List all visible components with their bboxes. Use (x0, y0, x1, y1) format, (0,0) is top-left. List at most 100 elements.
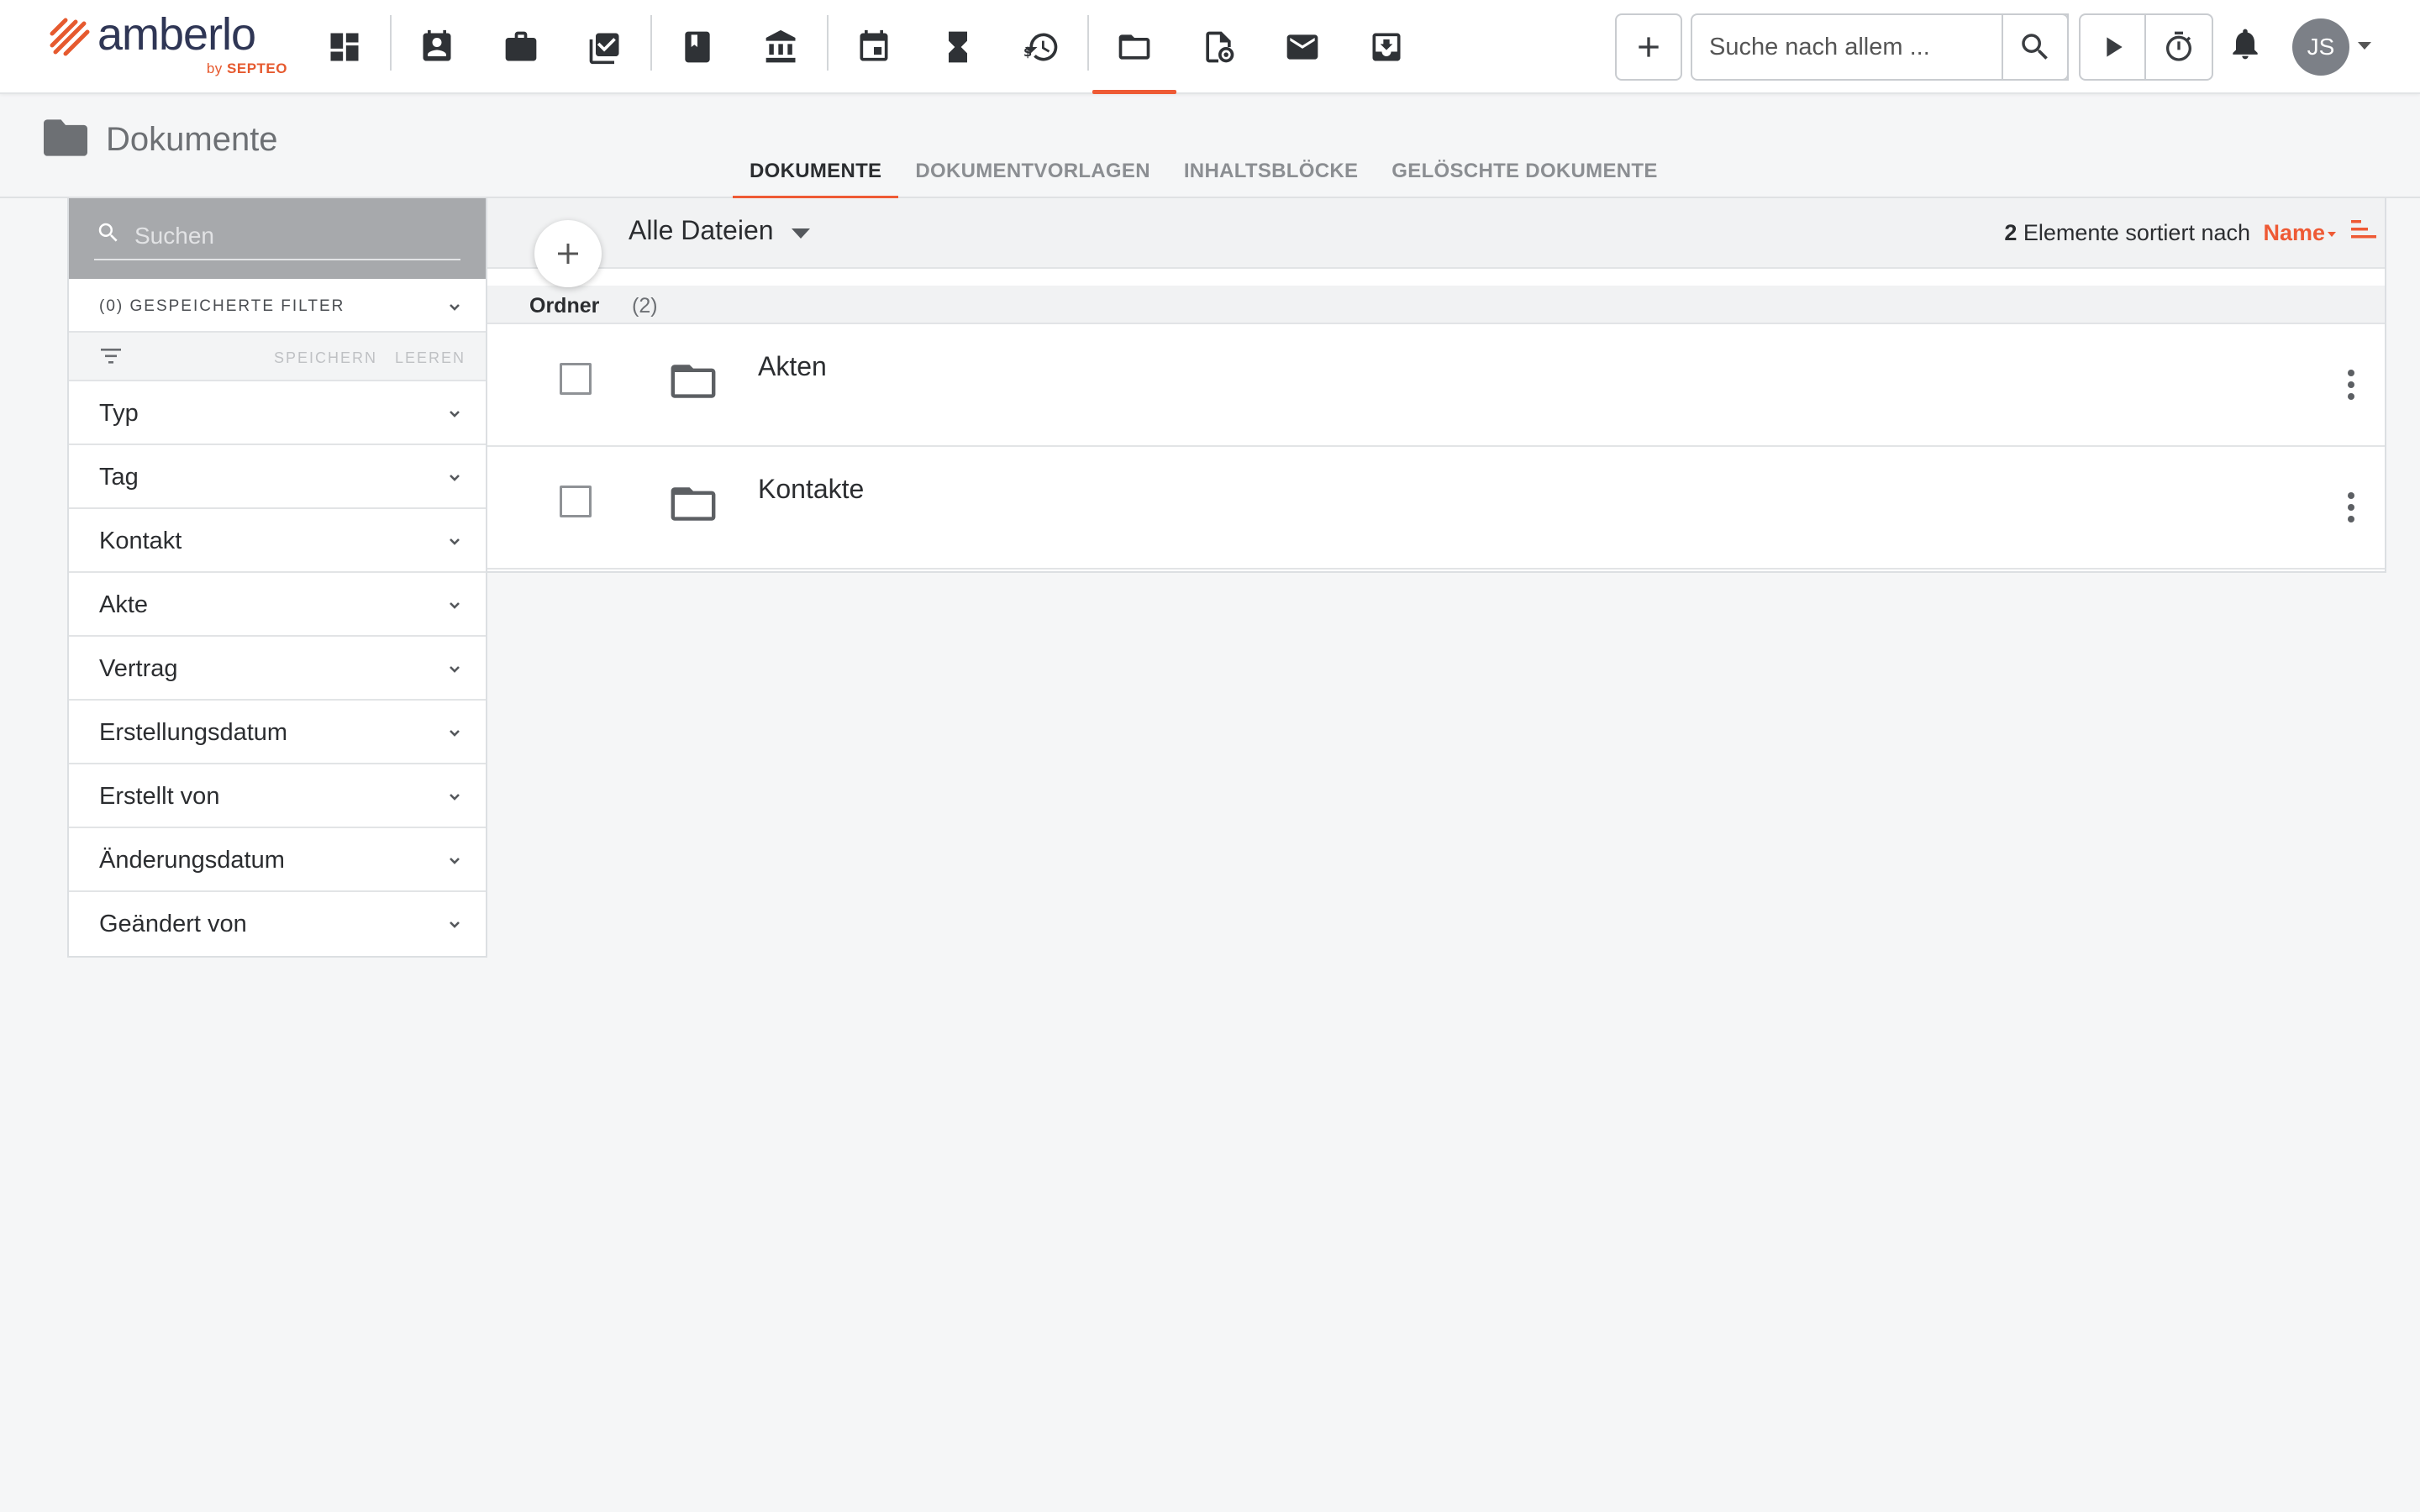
more-vert-icon[interactable] (2346, 370, 2356, 403)
nav-separator (827, 15, 829, 71)
filter-label: Vertrag (99, 655, 178, 682)
chevron-down-icon (447, 916, 462, 932)
folder-icon (671, 363, 716, 400)
logo-by: by (206, 60, 223, 76)
tab-dokumente[interactable]: DOKUMENTE (733, 146, 899, 200)
filter-actions-bar: SPEICHERN LEEREN (69, 333, 486, 381)
stopwatch-button[interactable] (2144, 13, 2213, 81)
filter-label: Kontakt (99, 528, 182, 554)
folder-icon (671, 486, 716, 522)
tab-geloeschte-dokumente[interactable]: GELÖSCHTE DOKUMENTE (1375, 146, 1674, 198)
sort-info: 2 Elemente sortiert nach (2004, 220, 2250, 246)
contacts-icon[interactable] (407, 17, 467, 77)
tasks-icon[interactable] (575, 17, 635, 77)
chevron-down-icon (447, 853, 462, 868)
sidebar-search-input[interactable]: Suchen (94, 213, 460, 260)
group-header-ordner: Ordner (2) (487, 286, 2385, 324)
list-item[interactable]: Akten (487, 324, 2385, 447)
filter-aenderungsdatum[interactable]: Änderungsdatum (69, 828, 486, 892)
filter-label: Tag (99, 464, 139, 491)
search-icon (2022, 34, 2048, 60)
amberlo-logo[interactable]: amberlo by SEPTEO (49, 9, 292, 82)
document-tabs: DOKUMENTE DOKUMENTVORLAGEN INHALTSBLÖCKE… (733, 146, 1675, 200)
row-checkbox[interactable] (560, 486, 592, 517)
user-menu-caret-icon[interactable] (2358, 42, 2371, 50)
dashboard-icon[interactable] (314, 17, 375, 77)
chevron-down-icon (447, 789, 462, 804)
inbox-icon[interactable] (1356, 17, 1417, 77)
chevron-down-icon (447, 533, 462, 549)
sort-direction-icon[interactable] (2351, 218, 2376, 242)
quick-add-button[interactable] (1615, 13, 1682, 81)
nav-separator (1087, 15, 1089, 71)
user-avatar[interactable]: JS (2292, 18, 2349, 76)
chevron-down-icon (447, 406, 462, 421)
tab-dokumentvorlagen[interactable]: DOKUMENTVORLAGEN (898, 146, 1166, 198)
page-header: Dokumente DOKUMENTE DOKUMENTVORLAGEN INH… (0, 94, 2420, 200)
filter-erstellt-von[interactable]: Erstellt von (69, 764, 486, 828)
nav-separator (390, 15, 392, 71)
filter-label: Typ (99, 400, 139, 427)
list-toolbar: Alle Dateien 2 Elemente sortiert nach Na… (487, 198, 2385, 269)
bank-icon[interactable] (751, 17, 812, 77)
svg-text:$: $ (1023, 45, 1032, 60)
filter-label: Erstellt von (99, 783, 220, 810)
global-search-button[interactable] (2002, 13, 2069, 81)
sort-field-selector[interactable]: Name (2263, 220, 2336, 246)
more-vert-icon[interactable] (2346, 492, 2356, 526)
filter-geaendert-von[interactable]: Geändert von (69, 892, 486, 956)
filter-typ[interactable]: Typ (69, 381, 486, 445)
filter-icon (99, 346, 123, 366)
filter-akte[interactable]: Akte (69, 573, 486, 637)
start-timer-button[interactable] (2079, 13, 2146, 81)
chevron-down-icon (447, 299, 462, 314)
chevron-down-icon (447, 597, 462, 612)
row-checkbox[interactable] (560, 363, 592, 395)
billing-history-icon[interactable]: $ (1012, 17, 1072, 77)
plus-icon (1639, 37, 1659, 57)
notifications-bell-icon[interactable] (2227, 25, 2269, 67)
mail-icon[interactable] (1272, 17, 1333, 77)
saved-filters-label: (0) GESPEICHERTE FILTER (99, 297, 345, 315)
document-template-icon[interactable] (1188, 17, 1249, 77)
documents-folder-icon (44, 119, 87, 156)
list-item[interactable]: Kontakte (487, 447, 2385, 570)
calendar-icon[interactable] (844, 17, 904, 77)
item-name[interactable]: Akten (758, 351, 827, 382)
caret-down-icon[interactable] (792, 228, 810, 239)
top-navigation-bar: amberlo by SEPTEO $ Suche nach allem ...… (0, 0, 2420, 94)
group-count: (2) (632, 294, 658, 318)
saved-filters-dropdown[interactable]: (0) GESPEICHERTE FILTER (69, 279, 486, 333)
logo-stripes-icon (50, 18, 90, 56)
sort-text: Elemente sortiert nach (2023, 220, 2250, 245)
filter-kontakt[interactable]: Kontakt (69, 509, 486, 573)
filter-label: Erstellungsdatum (99, 719, 288, 746)
add-document-button[interactable] (534, 220, 602, 287)
page-title: Dokumente (106, 121, 278, 158)
filter-label: Änderungsdatum (99, 847, 285, 874)
play-icon (2107, 37, 2123, 57)
filter-sidebar: Suchen (0) GESPEICHERTE FILTER SPEICHERN… (67, 198, 487, 958)
chevron-down-icon (447, 470, 462, 485)
matters-icon[interactable] (491, 17, 551, 77)
filter-tag[interactable]: Tag (69, 445, 486, 509)
view-selector[interactable]: Alle Dateien (629, 215, 774, 246)
filter-vertrag[interactable]: Vertrag (69, 637, 486, 701)
stopwatch-icon (2166, 31, 2191, 61)
save-filter-button[interactable]: SPEICHERN (274, 349, 377, 367)
logo-wordmark: amberlo (97, 9, 256, 60)
item-name[interactable]: Kontakte (758, 474, 864, 505)
group-name: Ordner (529, 294, 600, 318)
document-list: Alle Dateien 2 Elemente sortiert nach Na… (487, 198, 2386, 573)
tab-inhaltsbloecke[interactable]: INHALTSBLÖCKE (1167, 146, 1375, 198)
folder-icon[interactable] (1092, 17, 1176, 94)
logo-brand: SEPTEO (227, 60, 287, 76)
notebook-icon[interactable] (667, 17, 728, 77)
clear-filter-button[interactable]: LEEREN (395, 349, 466, 367)
filter-label: Akte (99, 591, 149, 618)
hourglass-icon[interactable] (928, 17, 988, 77)
filter-label: Geändert von (99, 911, 247, 937)
filter-erstellungsdatum[interactable]: Erstellungsdatum (69, 701, 486, 764)
plus-icon (558, 244, 578, 264)
chevron-down-icon (447, 661, 462, 676)
